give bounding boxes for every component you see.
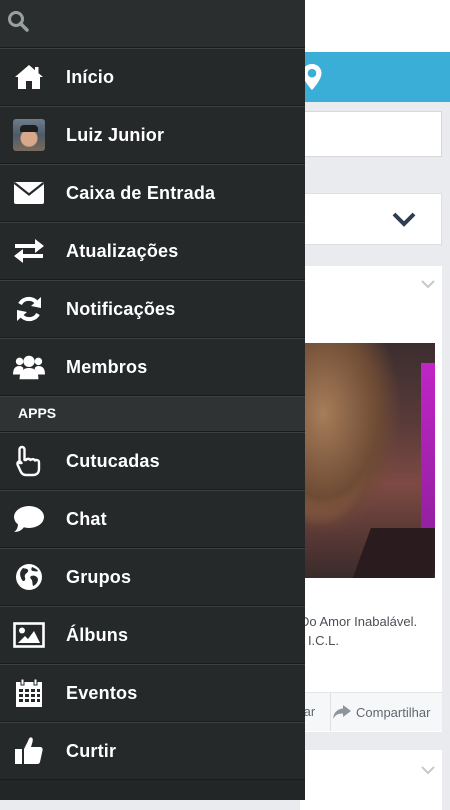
menu-item-notifications[interactable]: Notificações	[0, 280, 305, 338]
share-button[interactable]: Compartilhar	[332, 693, 430, 731]
menu-item-groups[interactable]: Grupos	[0, 548, 305, 606]
envelope-icon	[13, 177, 45, 209]
menu-item-pokes[interactable]: Cutucadas	[0, 432, 305, 490]
menu-item-label: Atualizações	[66, 240, 179, 261]
exchange-arrows-icon	[13, 235, 45, 267]
menu-item-label: Grupos	[66, 566, 132, 587]
menu-item-label: Membros	[66, 356, 148, 377]
menu-item-label: Luiz Junior	[66, 124, 165, 145]
menu-item-events[interactable]: Eventos	[0, 664, 305, 722]
menu-item-label: Caixa de Entrada	[66, 182, 216, 203]
menu-item-label: Cutucadas	[66, 450, 160, 471]
section-title: APPS	[18, 405, 57, 421]
search-icon[interactable]	[7, 10, 29, 32]
feed-post-card	[300, 750, 442, 810]
post-caption: Do Amor Inabalável. ) I.C.L.	[300, 612, 442, 650]
menu-item-chat[interactable]: Chat	[0, 490, 305, 548]
menu-item-albums[interactable]: Álbuns	[0, 606, 305, 664]
chevron-down-icon	[392, 212, 416, 227]
avatar	[13, 119, 45, 151]
post-options-chevron-icon[interactable]	[420, 764, 436, 776]
menu-item-updates[interactable]: Atualizações	[0, 222, 305, 280]
feed-post-card: Do Amor Inabalável. ) I.C.L. tar Compart…	[300, 266, 442, 732]
menu-item-label: Início	[66, 66, 115, 87]
menu-item-label: Álbuns	[66, 624, 129, 645]
poke-hand-icon	[13, 445, 45, 477]
menu-item-label: Notificações	[66, 298, 176, 319]
menu-item-label: Curtir	[66, 740, 117, 761]
menu-item-members[interactable]: Membros	[0, 338, 305, 396]
apps-section-header: APPS	[0, 396, 305, 432]
menu-item-inicio[interactable]: Início	[0, 48, 305, 106]
calendar-icon	[13, 677, 45, 709]
users-icon	[13, 351, 45, 383]
post-actions: tar Compartilhar	[300, 692, 442, 731]
globe-icon	[13, 561, 45, 593]
feed-filter-select[interactable]	[300, 193, 442, 245]
menu-item-inbox[interactable]: Caixa de Entrada	[0, 164, 305, 222]
share-arrow-icon	[333, 705, 351, 719]
menu-item-like[interactable]: Curtir	[0, 722, 305, 780]
menu-item-profile[interactable]: Luiz Junior	[0, 106, 305, 164]
share-label: Compartilhar	[356, 704, 431, 720]
menu-item-label: Chat	[66, 508, 107, 529]
image-icon	[13, 619, 45, 651]
post-caption-line: Do Amor Inabalável.	[300, 614, 418, 629]
home-icon	[13, 61, 45, 93]
status-input[interactable]	[300, 111, 442, 157]
menu-item-label: Eventos	[66, 682, 138, 703]
thumbs-up-icon	[13, 735, 45, 767]
refresh-icon	[13, 293, 45, 325]
post-photo[interactable]	[300, 343, 435, 578]
drawer-search-bar[interactable]	[0, 0, 305, 48]
post-options-chevron-icon[interactable]	[420, 278, 436, 290]
speech-bubble-icon	[13, 503, 45, 535]
navigation-drawer: Início Luiz Junior Caixa de Entrada Atua…	[0, 0, 305, 800]
post-caption-line: ) I.C.L.	[300, 633, 340, 648]
